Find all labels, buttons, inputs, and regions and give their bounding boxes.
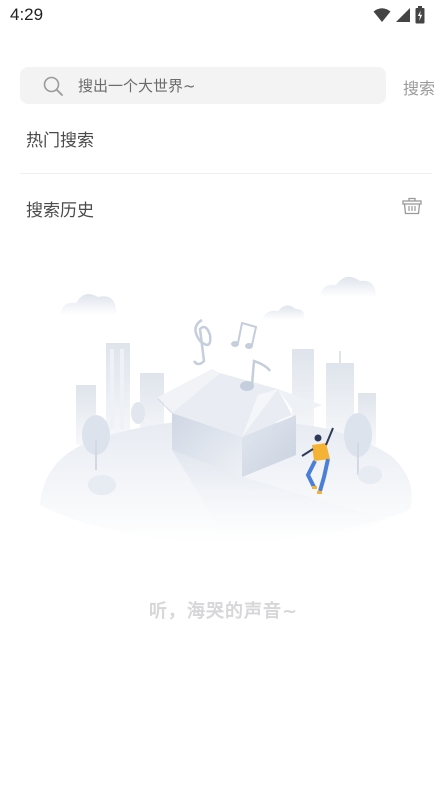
search-icon <box>43 76 63 96</box>
hot-search-title: 热门搜索 <box>26 131 94 151</box>
clouds <box>60 276 376 320</box>
search-history-title: 搜索历史 <box>26 201 94 221</box>
search-row: 搜索 <box>20 67 440 104</box>
wifi-icon <box>373 8 391 22</box>
status-icons <box>373 6 425 24</box>
search-input[interactable] <box>78 67 368 104</box>
search-box[interactable] <box>20 67 386 104</box>
music-box-city-illustration <box>40 276 412 546</box>
empty-state-text: 听，海哭的声音~ <box>148 601 299 622</box>
status-time: 4:29 <box>10 5 44 24</box>
search-button[interactable]: 搜索 <box>403 75 435 99</box>
divider <box>20 173 432 174</box>
trash-basket-icon[interactable] <box>402 197 422 215</box>
status-bar: 4:29 <box>0 0 447 30</box>
battery-icon <box>415 6 425 24</box>
signal-icon <box>396 8 410 22</box>
